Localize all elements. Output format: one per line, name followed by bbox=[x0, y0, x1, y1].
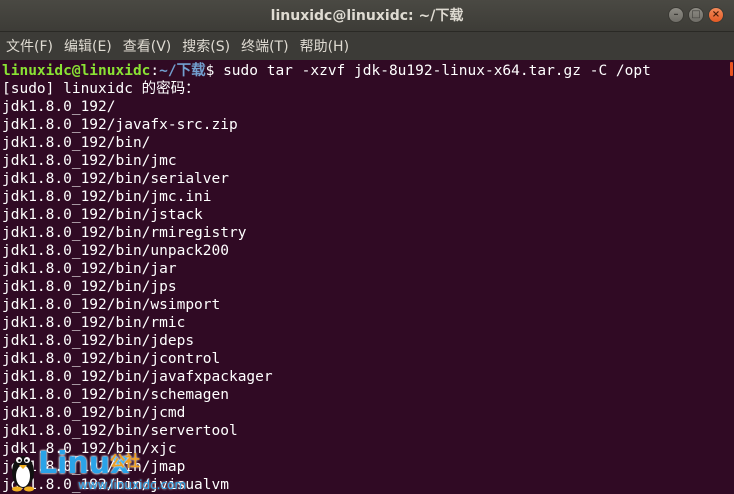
output-line: jdk1.8.0_192/bin/rmiregistry bbox=[2, 225, 247, 241]
menu-bar: 文件(F) 编辑(E) 查看(V) 搜索(S) 终端(T) 帮助(H) bbox=[0, 32, 734, 60]
output-line: jdk1.8.0_192/bin/jcontrol bbox=[2, 351, 221, 367]
watermark-logo: Linux 公社 www.linuxidc.com bbox=[8, 446, 208, 494]
scrollbar[interactable] bbox=[729, 62, 734, 494]
minimize-button[interactable]: – bbox=[668, 7, 684, 23]
window-title: linuxidc@linuxidc: ~/下载 bbox=[270, 8, 464, 24]
prompt-user: linuxidc@linuxidc bbox=[2, 63, 151, 79]
output-line: jdk1.8.0_192/bin/ bbox=[2, 135, 151, 151]
menu-file[interactable]: 文件(F) bbox=[6, 36, 53, 56]
output-line: jdk1.8.0_192/ bbox=[2, 99, 116, 115]
output-line: jdk1.8.0_192/bin/wsimport bbox=[2, 297, 221, 313]
prompt-command: sudo tar -xzvf jdk-8u192-linux-x64.tar.g… bbox=[214, 63, 651, 79]
output-line: jdk1.8.0_192/bin/serialver bbox=[2, 171, 229, 187]
prompt-line: linuxidc@linuxidc:~/下载$ sudo tar -xzvf j… bbox=[2, 62, 651, 80]
output-line: jdk1.8.0_192/bin/jdeps bbox=[2, 333, 195, 349]
maximize-button[interactable]: □ bbox=[688, 7, 704, 23]
watermark-sub: 公社 bbox=[110, 452, 141, 470]
output-line: [sudo] linuxidc 的密码： bbox=[2, 81, 200, 97]
output-line: jdk1.8.0_192/bin/jar bbox=[2, 261, 177, 277]
scrollbar-thumb[interactable] bbox=[730, 62, 733, 76]
menu-edit[interactable]: 编辑(E) bbox=[64, 36, 112, 56]
close-button[interactable]: × bbox=[708, 7, 724, 23]
output-line: jdk1.8.0_192/bin/unpack200 bbox=[2, 243, 229, 259]
menu-search[interactable]: 搜索(S) bbox=[182, 36, 230, 56]
output-line: jdk1.8.0_192/bin/jps bbox=[2, 279, 177, 295]
tux-penguin-icon bbox=[12, 456, 34, 492]
menu-terminal[interactable]: 终端(T) bbox=[241, 36, 288, 56]
output-line: jdk1.8.0_192/bin/javafxpackager bbox=[2, 369, 273, 385]
menu-view[interactable]: 查看(V) bbox=[123, 36, 172, 56]
output-line: jdk1.8.0_192/javafx-src.zip bbox=[2, 117, 238, 133]
title-bar[interactable]: linuxidc@linuxidc: ~/下载 – □ × bbox=[0, 0, 734, 32]
menu-help[interactable]: 帮助(H) bbox=[300, 36, 349, 56]
terminal-output[interactable]: linuxidc@linuxidc:~/下载$ sudo tar -xzvf j… bbox=[0, 60, 734, 494]
output-line: jdk1.8.0_192/bin/jmc bbox=[2, 153, 177, 169]
output-line: jdk1.8.0_192/bin/schemagen bbox=[2, 387, 229, 403]
window-controls: – □ × bbox=[668, 7, 724, 23]
watermark-url: www.linuxidc.com bbox=[78, 478, 187, 492]
output-line: jdk1.8.0_192/bin/jmc.ini bbox=[2, 189, 212, 205]
prompt-path: ~/下载 bbox=[159, 63, 206, 79]
output-line: jdk1.8.0_192/bin/servertool bbox=[2, 423, 238, 439]
output-line: jdk1.8.0_192/bin/rmic bbox=[2, 315, 186, 331]
terminal-window: linuxidc@linuxidc: ~/下载 – □ × 文件(F) 编辑(E… bbox=[0, 0, 734, 494]
output-line: jdk1.8.0_192/bin/jstack bbox=[2, 207, 203, 223]
prompt-colon: : bbox=[150, 63, 160, 79]
output-line: jdk1.8.0_192/bin/jcmd bbox=[2, 405, 186, 421]
